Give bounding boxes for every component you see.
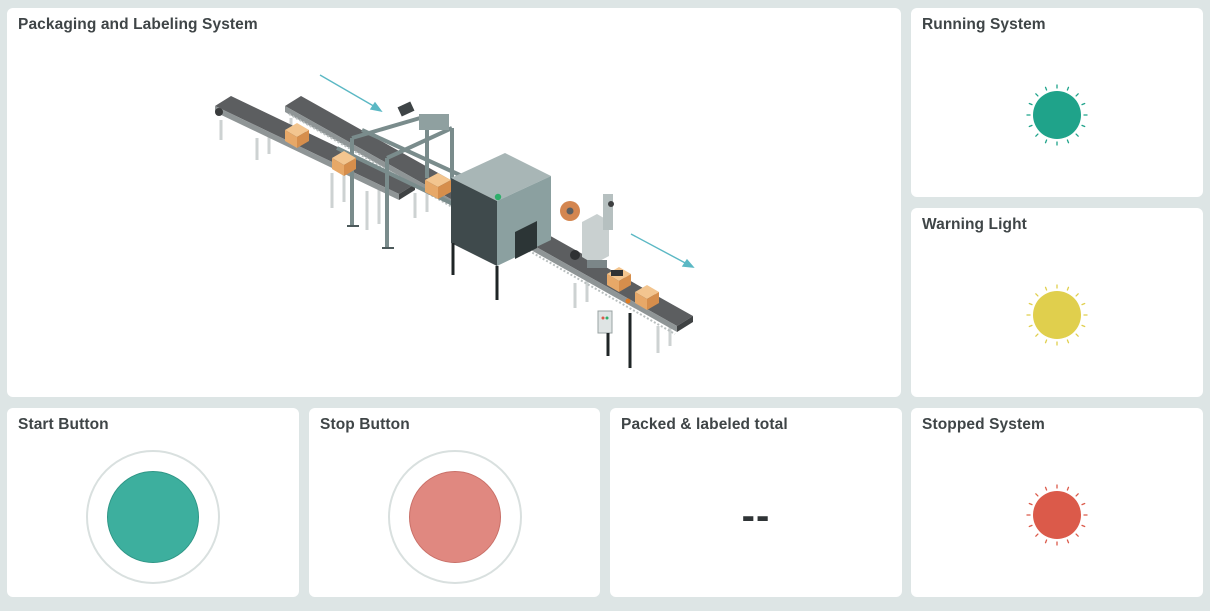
stop-button-card: Stop Button (309, 408, 600, 597)
packed-total-value: -- (741, 494, 771, 538)
card-title: Warning Light (922, 216, 1027, 233)
stopped-indicator-light (1026, 484, 1088, 546)
warning-light-card: Warning Light (911, 208, 1203, 397)
packaging-system-card: Packaging and Labeling System (7, 8, 901, 397)
gantry-head (397, 101, 449, 130)
running-system-card: Running System (911, 8, 1203, 197)
control-panel (597, 310, 632, 368)
stopped-system-card: Stopped System (911, 408, 1203, 597)
card-title: Start Button (18, 416, 109, 433)
card-title: Stopped System (922, 416, 1045, 433)
start-button-cap[interactable] (107, 471, 199, 563)
start-button-card: Start Button (7, 408, 299, 597)
running-indicator-light (1026, 84, 1088, 146)
packed-total-card: Packed & labeled total -- (610, 408, 902, 597)
card-title: Packed & labeled total (621, 416, 788, 433)
packaging-line-icon (215, 74, 695, 368)
tunnel-machine (451, 153, 551, 300)
start-button[interactable] (86, 450, 220, 584)
stop-button-cap[interactable] (409, 471, 501, 563)
warning-indicator-light (1026, 284, 1088, 346)
stop-button[interactable] (388, 450, 522, 584)
card-title: Stop Button (320, 416, 410, 433)
card-title: Running System (922, 16, 1046, 33)
